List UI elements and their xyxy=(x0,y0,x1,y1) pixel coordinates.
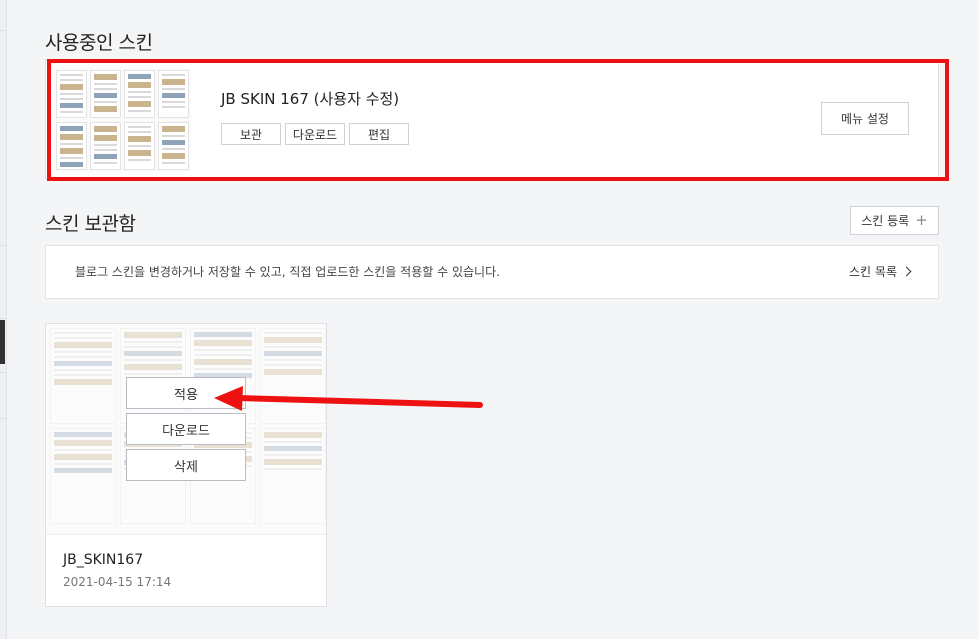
menu-settings-button[interactable]: 메뉴 설정 xyxy=(821,102,909,135)
current-skin-card: JB SKIN 167 (사용자 수정) 보관 다운로드 편집 메뉴 설정 xyxy=(45,59,939,179)
left-nav-active-marker xyxy=(0,320,5,364)
current-skin-heading: 사용중인 스킨 xyxy=(45,32,153,54)
left-nav-strip xyxy=(0,0,7,639)
stored-skin-name: JB_SKIN167 xyxy=(63,552,144,568)
info-banner: 블로그 스킨을 변경하거나 저장할 수 있고, 직접 업로드한 스킨을 적용할 … xyxy=(45,245,939,299)
edit-button[interactable]: 편집 xyxy=(349,123,409,145)
apply-button[interactable]: 적용 xyxy=(126,377,246,409)
info-text: 블로그 스킨을 변경하거나 저장할 수 있고, 직접 업로드한 스킨을 적용할 … xyxy=(75,265,500,279)
skin-list-label: 스킨 목록 xyxy=(849,265,897,279)
register-skin-button[interactable]: 스킨 등록 + xyxy=(850,206,939,235)
stored-skin-date: 2021-04-15 17:14 xyxy=(63,575,172,589)
download-button[interactable]: 다운로드 xyxy=(285,123,345,145)
current-skin-name: JB SKIN 167 (사용자 수정) xyxy=(221,90,400,108)
plus-icon: + xyxy=(915,211,928,229)
stored-skin-card: 적용 다운로드 삭제 JB_SKIN167 2021-04-15 17:14 xyxy=(45,323,327,607)
archive-button[interactable]: 보관 xyxy=(221,123,281,145)
current-skin-thumbnail xyxy=(54,68,191,172)
skin-list-link[interactable]: 스킨 목록 xyxy=(849,263,912,280)
register-skin-label: 스킨 등록 xyxy=(861,214,910,228)
card-download-button[interactable]: 다운로드 xyxy=(126,413,246,445)
delete-button[interactable]: 삭제 xyxy=(126,449,246,481)
stored-skin-preview: 적용 다운로드 삭제 xyxy=(46,324,326,535)
skin-storage-heading: 스킨 보관함 xyxy=(45,213,136,235)
chevron-right-icon xyxy=(901,266,912,277)
